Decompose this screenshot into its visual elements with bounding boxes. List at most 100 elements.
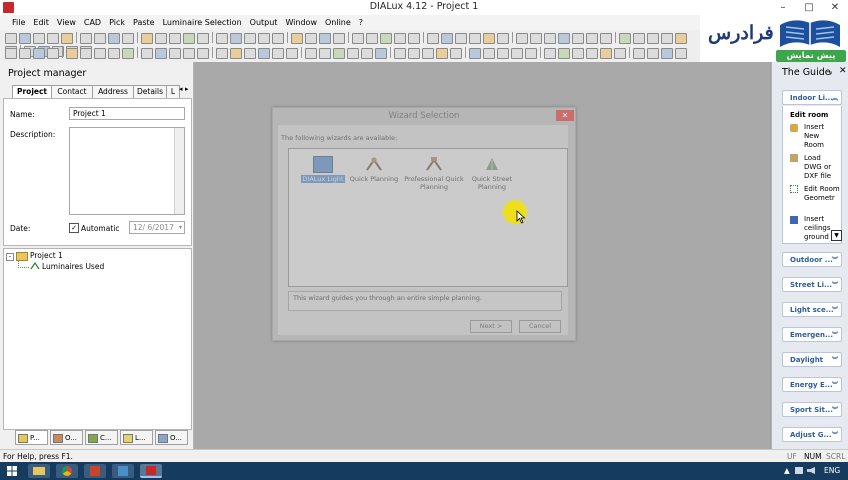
toolbar-row-1-tool-icon[interactable]: [408, 33, 420, 44]
toolbar-row-1-tool-icon[interactable]: [675, 33, 687, 44]
wizard-professional-quick-planning[interactable]: Professional Quick Planning: [404, 156, 464, 191]
toolbar-row-1-tool-icon[interactable]: [441, 33, 453, 44]
toolbar-row-1-tool-icon[interactable]: [319, 33, 331, 44]
toolbar-row-2-tool-icon[interactable]: [244, 48, 256, 59]
toolbar-row-2-tool-icon[interactable]: [675, 48, 687, 59]
toolbar-row-2-tool-icon[interactable]: [511, 48, 523, 59]
toolbar-row-1-tool-icon[interactable]: [619, 33, 631, 44]
toolbar-row-1-tool-icon[interactable]: [19, 33, 31, 44]
chrome-icon[interactable]: [56, 464, 78, 478]
toolbar-row-2-tool-icon[interactable]: [361, 48, 373, 59]
cancel-button[interactable]: Cancel: [519, 320, 561, 333]
tab-project[interactable]: Project: [12, 85, 52, 99]
toolbar-row-1-tool-icon[interactable]: [80, 33, 92, 44]
toolbar-row-1-tool-icon[interactable]: [600, 33, 612, 44]
toolbar-row-2-tool-icon[interactable]: [183, 48, 195, 59]
toolbar-row-1-tool-icon[interactable]: [483, 33, 495, 44]
menu-cad[interactable]: CAD: [80, 15, 105, 30]
guide-section-sport[interactable]: Sport Sit... ︾: [782, 402, 842, 417]
toolbar-row-2-tool-icon[interactable]: [108, 48, 120, 59]
toolbar-row-2-tool-icon[interactable]: [47, 48, 59, 59]
toolbar-row-1-tool-icon[interactable]: [258, 33, 270, 44]
menu-pick[interactable]: Pick: [105, 15, 129, 30]
toolbar-row-2-tool-icon[interactable]: [647, 48, 659, 59]
toolbar-row-2-tool-icon[interactable]: [422, 48, 434, 59]
menu-paste[interactable]: Paste: [129, 15, 159, 30]
toolbar-row-1-tool-icon[interactable]: [530, 33, 542, 44]
toolbar-row-2-tool-icon[interactable]: [94, 48, 106, 59]
guide-section-energy[interactable]: Energy E... ︾: [782, 377, 842, 392]
toolbar-row-1-tool-icon[interactable]: [291, 33, 303, 44]
toolbar-row-2-tool-icon[interactable]: [408, 48, 420, 59]
toolbar-row-1-tool-icon[interactable]: [94, 33, 106, 44]
toolbar-row-1-tool-icon[interactable]: [544, 33, 556, 44]
tray-arrow-icon[interactable]: ▲: [784, 462, 790, 480]
toolbar-row-2-tool-icon[interactable]: [558, 48, 570, 59]
menu-edit[interactable]: Edit: [29, 15, 53, 30]
toolbar-row-1-tool-icon[interactable]: [586, 33, 598, 44]
toolbar-row-1-tool-icon[interactable]: [230, 33, 242, 44]
toolbar-row-1-tool-icon[interactable]: [155, 33, 167, 44]
guide-insert-new-room[interactable]: Insert New Room: [804, 123, 840, 150]
bottom-tab-objects[interactable]: O...: [50, 430, 83, 445]
menu-file[interactable]: File: [8, 15, 29, 30]
toolbar-row-1-tool-icon[interactable]: [366, 33, 378, 44]
guide-edit-room-geometry[interactable]: Edit Room Geometr: [804, 185, 840, 203]
minimize-button[interactable]: –: [770, 0, 796, 15]
toolbar-row-2-tool-icon[interactable]: [216, 48, 228, 59]
bottom-tab-luminaires[interactable]: L...: [120, 430, 153, 445]
guide-insert-ceilings[interactable]: Insert ceilings ground: [804, 215, 834, 242]
date-picker[interactable]: 12/ 6/2017 ▾: [129, 221, 185, 234]
toolbar-row-2-tool-icon[interactable]: [197, 48, 209, 59]
automatic-checkbox[interactable]: ✓: [69, 223, 79, 233]
toolbar-row-1-tool-icon[interactable]: [61, 33, 73, 44]
menu-output[interactable]: Output: [246, 15, 282, 30]
toolbar-row-2-tool-icon[interactable]: [258, 48, 270, 59]
bottom-tab-outputs[interactable]: O...: [155, 430, 188, 445]
toolbar-row-1-tool-icon[interactable]: [633, 33, 645, 44]
menu-window[interactable]: Window: [281, 15, 321, 30]
menu-help[interactable]: ?: [355, 15, 367, 30]
toolbar-row-1-tool-icon[interactable]: [183, 33, 195, 44]
maximize-button[interactable]: □: [796, 0, 822, 15]
toolbar-row-2-tool-icon[interactable]: [155, 48, 167, 59]
language-indicator[interactable]: ENG: [824, 462, 840, 480]
toolbar-row-2-tool-icon[interactable]: [319, 48, 331, 59]
toolbar-row-1-tool-icon[interactable]: [380, 33, 392, 44]
toolbar-row-2-tool-icon[interactable]: [169, 48, 181, 59]
chevron-down-icon[interactable]: ▾: [179, 222, 182, 233]
toolbar-row-1-tool-icon[interactable]: [122, 33, 134, 44]
description-scrollbar[interactable]: [174, 128, 184, 214]
menu-online[interactable]: Online: [321, 15, 355, 30]
toolbar-row-1-tool-icon[interactable]: [272, 33, 284, 44]
toolbar-row-2-tool-icon[interactable]: [141, 48, 153, 59]
toolbar-row-2-tool-icon[interactable]: [600, 48, 612, 59]
toolbar-row-2-tool-icon[interactable]: [394, 48, 406, 59]
toolbar-row-2-tool-icon[interactable]: [586, 48, 598, 59]
file-explorer-icon[interactable]: [28, 464, 50, 478]
bottom-tab-project[interactable]: P...: [15, 430, 48, 445]
toolbar-row-2-tool-icon[interactable]: [483, 48, 495, 59]
toolbar-row-1-tool-icon[interactable]: [244, 33, 256, 44]
tab-l[interactable]: L: [166, 85, 180, 98]
tree-luminaires-used[interactable]: Luminaires Used: [42, 262, 104, 271]
guide-load-dwg[interactable]: Load DWG or DXF file: [804, 154, 840, 181]
toolbar-row-2-tool-icon[interactable]: [80, 48, 92, 59]
menu-view[interactable]: View: [53, 15, 80, 30]
toolbar-row-1-tool-icon[interactable]: [394, 33, 406, 44]
bottom-tab-colors[interactable]: C...: [85, 430, 118, 445]
toolbar-row-1-tool-icon[interactable]: [558, 33, 570, 44]
toolbar-row-2-tool-icon[interactable]: [305, 48, 317, 59]
toolbar-row-1-tool-icon[interactable]: [333, 33, 345, 44]
toolbar-row-2-tool-icon[interactable]: [525, 48, 537, 59]
dialux-taskbar-icon[interactable]: [140, 464, 162, 478]
toolbar-row-2-tool-icon[interactable]: [122, 48, 134, 59]
toolbar-row-2-tool-icon[interactable]: [333, 48, 345, 59]
guide-section-indoor[interactable]: Indoor Li... ︽: [782, 90, 842, 105]
toolbar-row-2-tool-icon[interactable]: [450, 48, 462, 59]
guide-scroll-down-icon[interactable]: ▼: [831, 230, 842, 241]
toolbar-row-2-tool-icon[interactable]: [19, 48, 31, 59]
toolbar-row-1-tool-icon[interactable]: [33, 33, 45, 44]
toolbar-row-1-tool-icon[interactable]: [427, 33, 439, 44]
network-icon[interactable]: [795, 467, 803, 474]
